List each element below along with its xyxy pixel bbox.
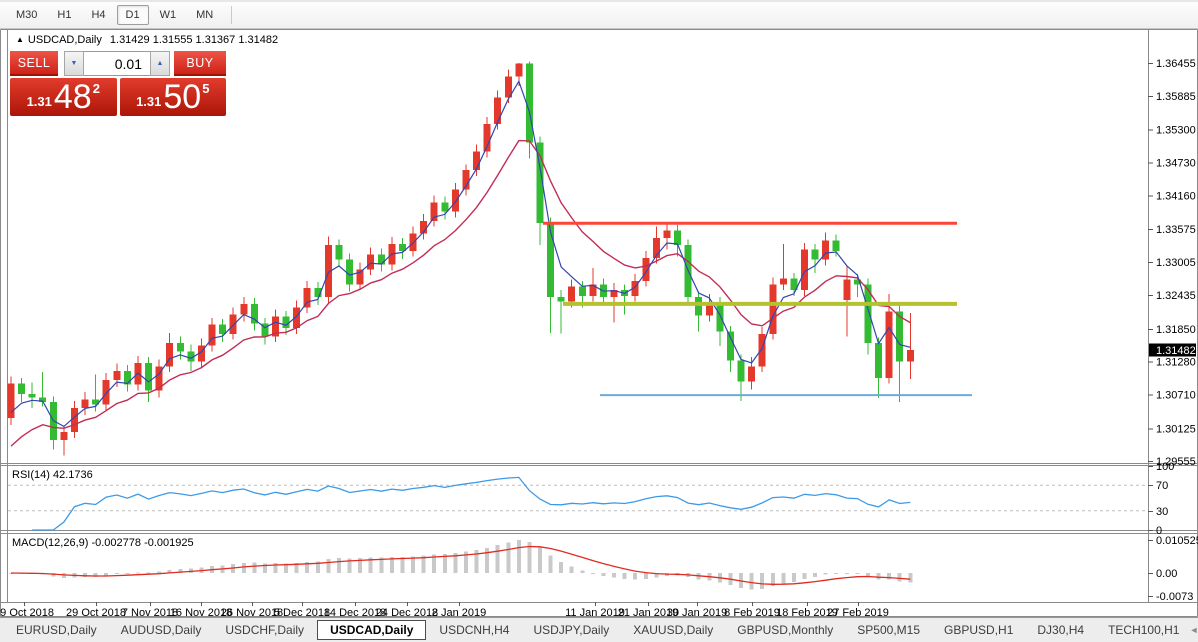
svg-text:1.36455: 1.36455 [1156, 58, 1196, 70]
svg-text:19 Oct 2018: 19 Oct 2018 [0, 607, 54, 617]
symbol-tab-gbpusd[interactable]: GBPUSD,Monthly [727, 620, 843, 640]
collapse-triangle-icon[interactable]: ▲ [16, 35, 24, 44]
symbol-tab-usdcnh[interactable]: USDCNH,H4 [429, 620, 519, 640]
buy-price-pip: 5 [202, 81, 209, 96]
sell-price-pip: 2 [93, 81, 100, 96]
timeframe-button-w1[interactable]: W1 [151, 5, 186, 25]
svg-text:1.31482: 1.31482 [1156, 345, 1196, 357]
svg-text:1.32435: 1.32435 [1156, 290, 1196, 302]
symbol-tab-usdchf[interactable]: USDCHF,Daily [215, 620, 314, 640]
timeframe-button-m30[interactable]: M30 [7, 5, 46, 25]
svg-text:30: 30 [1156, 506, 1168, 518]
buy-price-big: 50 [163, 82, 201, 113]
sell-price-big: 48 [54, 82, 92, 113]
svg-text:-0.0073: -0.0073 [1156, 591, 1193, 603]
buy-price-box[interactable]: 1.31 50 5 [120, 78, 227, 116]
chart-symbol-label: USDCAD,Daily [28, 34, 102, 46]
svg-text:11 Jan 2019: 11 Jan 2019 [565, 607, 625, 617]
timeframe-button-d1[interactable]: D1 [117, 5, 149, 25]
svg-text:0.00: 0.00 [1156, 568, 1177, 580]
volume-input[interactable] [84, 51, 150, 76]
svg-text:70: 70 [1156, 480, 1168, 492]
volume-increase-button[interactable]: ▲ [150, 51, 170, 76]
symbol-tab-xauusd[interactable]: XAUUSD,Daily [623, 620, 723, 640]
svg-text:0.010525: 0.010525 [1156, 535, 1198, 547]
timeframe-button-h4[interactable]: H4 [82, 5, 114, 25]
svg-text:1.33575: 1.33575 [1156, 224, 1196, 236]
svg-text:1.30710: 1.30710 [1156, 390, 1196, 402]
svg-text:1.30125: 1.30125 [1156, 423, 1196, 435]
buy-button[interactable]: BUY [174, 51, 226, 76]
svg-text:1.33005: 1.33005 [1156, 257, 1196, 269]
svg-text:5 Dec 2018: 5 Dec 2018 [274, 607, 330, 617]
symbol-tab-audusd[interactable]: AUDUSD,Daily [111, 620, 212, 640]
macd-label: MACD(12,26,9) -0.002778 -0.001925 [12, 537, 194, 549]
svg-text:1.31280: 1.31280 [1156, 357, 1196, 369]
symbol-tab-usdcad[interactable]: USDCAD,Daily [317, 620, 426, 640]
svg-text:27 Feb 2019: 27 Feb 2019 [827, 607, 889, 617]
symbol-tab-dj30[interactable]: DJ30,H4 [1027, 620, 1094, 640]
symbol-tab-eurusd[interactable]: EURUSD,Daily [6, 620, 107, 640]
symbol-tab-gbpusd[interactable]: GBPUSD,H1 [934, 620, 1023, 640]
sell-price-box[interactable]: 1.31 48 2 [10, 78, 117, 116]
symbol-tab-sp500[interactable]: SP500,M15 [847, 620, 930, 640]
chart-window: 1.36455 1.35885 1.35300 1.34730 1.34160 1.335… [0, 29, 1198, 617]
volume-decrease-button[interactable]: ▼ [64, 51, 84, 76]
one-click-trade-panel: SELL ▼ ▲ BUY 1.31 48 2 1.31 50 5 [10, 51, 226, 116]
chart-ohlc-values: 1.31429 1.31555 1.31367 1.31482 [110, 34, 278, 46]
chevron-down-icon: ▼ [71, 60, 78, 67]
rsi-label: RSI(14) 42.1736 [12, 469, 93, 481]
chevron-up-icon: ▲ [157, 60, 164, 67]
svg-text:30 Jan 2019: 30 Jan 2019 [667, 607, 728, 617]
symbol-tab-bar: EURUSD,DailyAUDUSD,DailyUSDCHF,DailyUSDC… [0, 617, 1198, 642]
chart-canvas[interactable]: 1.36455 1.35885 1.35300 1.34730 1.34160 1.335… [0, 29, 1198, 617]
svg-text:2 Jan 2019: 2 Jan 2019 [432, 607, 486, 617]
svg-text:100: 100 [1156, 461, 1174, 473]
tab-scroll-left-icon[interactable]: ◄ [1189, 625, 1198, 635]
symbol-tab-tech100[interactable]: TECH100,H1 [1098, 620, 1189, 640]
svg-text:1.35300: 1.35300 [1156, 125, 1196, 137]
symbol-tab-usdjpy[interactable]: USDJPY,Daily [523, 620, 619, 640]
svg-text:1.34160: 1.34160 [1156, 190, 1196, 202]
svg-text:1.34730: 1.34730 [1156, 158, 1196, 170]
svg-text:1.31850: 1.31850 [1156, 324, 1196, 336]
svg-text:29 Oct 2018: 29 Oct 2018 [66, 607, 126, 617]
timeframe-button-mn[interactable]: MN [187, 5, 222, 25]
trading-terminal-window: M30H1H4D1W1MN 1.36455 1.35885 1.35300 1.347… [0, 0, 1198, 642]
buy-price-prefix: 1.31 [136, 94, 161, 109]
sell-price-prefix: 1.31 [27, 94, 52, 109]
chart-title: ▲ USDCAD,Daily 1.31429 1.31555 1.31367 1.3… [16, 34, 278, 46]
svg-text:8 Feb 2019: 8 Feb 2019 [724, 607, 780, 617]
toolbar-divider [231, 6, 232, 24]
svg-text:1.35885: 1.35885 [1156, 91, 1196, 103]
svg-text:24 Dec 2018: 24 Dec 2018 [376, 607, 438, 617]
sell-button[interactable]: SELL [10, 51, 58, 76]
timeframe-toolbar: M30H1H4D1W1MN [0, 0, 1198, 29]
timeframe-button-h1[interactable]: H1 [48, 5, 80, 25]
